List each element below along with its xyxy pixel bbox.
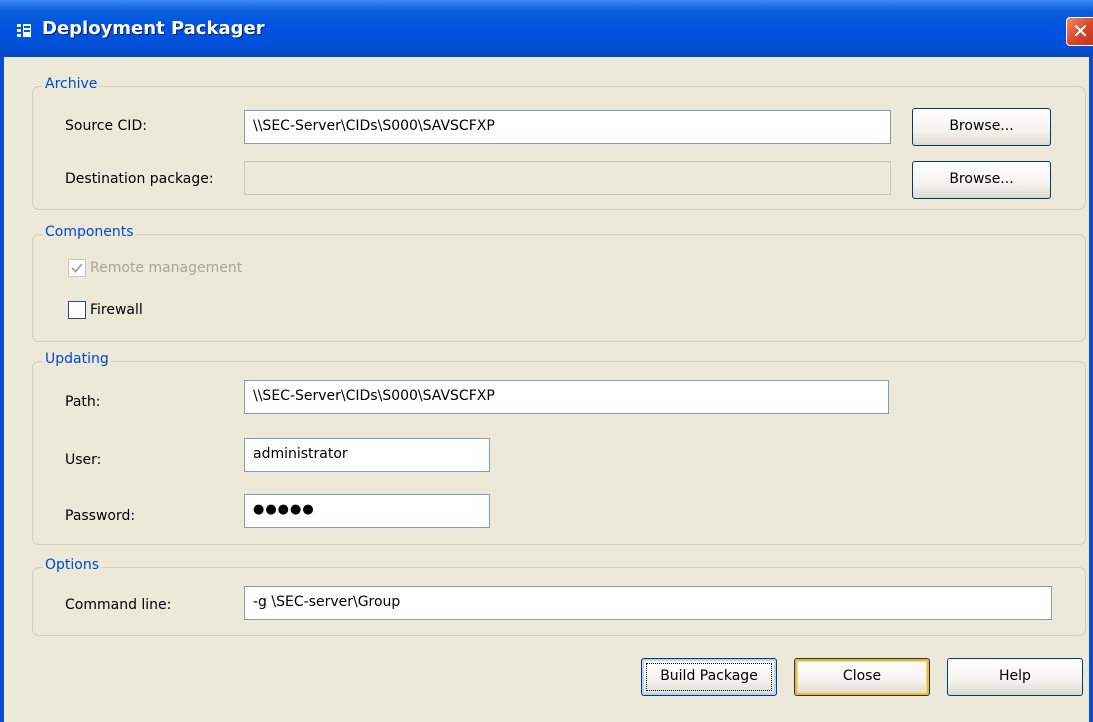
password-label: Password: (65, 508, 136, 524)
updating-legend: Updating (43, 351, 111, 367)
firewall-checkbox[interactable] (68, 301, 86, 319)
archive-legend: Archive (43, 76, 100, 92)
source-browse-button[interactable]: Browse... (912, 108, 1051, 146)
components-legend: Components (43, 224, 136, 240)
user-input[interactable]: administrator (244, 438, 490, 472)
path-input[interactable]: \\SEC-Server\CIDs\S000\SAVSCFXP (244, 380, 889, 414)
command-line-input[interactable]: -g \SEC-server\Group (244, 586, 1052, 620)
path-label: Path: (65, 394, 101, 410)
components-group: Components (32, 224, 1086, 342)
build-package-button[interactable]: Build Package (641, 658, 777, 696)
remote-management-label: Remote management (90, 260, 243, 276)
password-input[interactable]: ●●●●● (244, 494, 490, 528)
firewall-label: Firewall (90, 302, 143, 318)
app-icon (16, 23, 34, 39)
destination-browse-button[interactable]: Browse... (912, 161, 1051, 199)
window-title: Deployment Packager (42, 18, 265, 39)
source-cid-input[interactable]: \\SEC-Server\CIDs\S000\SAVSCFXP (244, 110, 891, 144)
destination-package-input[interactable] (244, 161, 891, 195)
close-button[interactable]: Close (794, 658, 930, 696)
check-icon (71, 263, 83, 273)
user-label: User: (65, 452, 102, 468)
source-cid-label: Source CID: (65, 118, 147, 134)
close-icon: ✕ (1072, 19, 1089, 43)
title-bar: Deployment Packager ✕ (0, 0, 1093, 57)
destination-package-label: Destination package: (65, 171, 214, 187)
window-frame-left (0, 57, 4, 722)
help-button[interactable]: Help (947, 658, 1083, 696)
options-legend: Options (43, 557, 102, 573)
remote-management-checkbox[interactable] (68, 259, 86, 277)
window-frame-right (1089, 57, 1093, 722)
command-line-label: Command line: (65, 597, 172, 613)
close-window-button[interactable]: ✕ (1066, 17, 1093, 46)
